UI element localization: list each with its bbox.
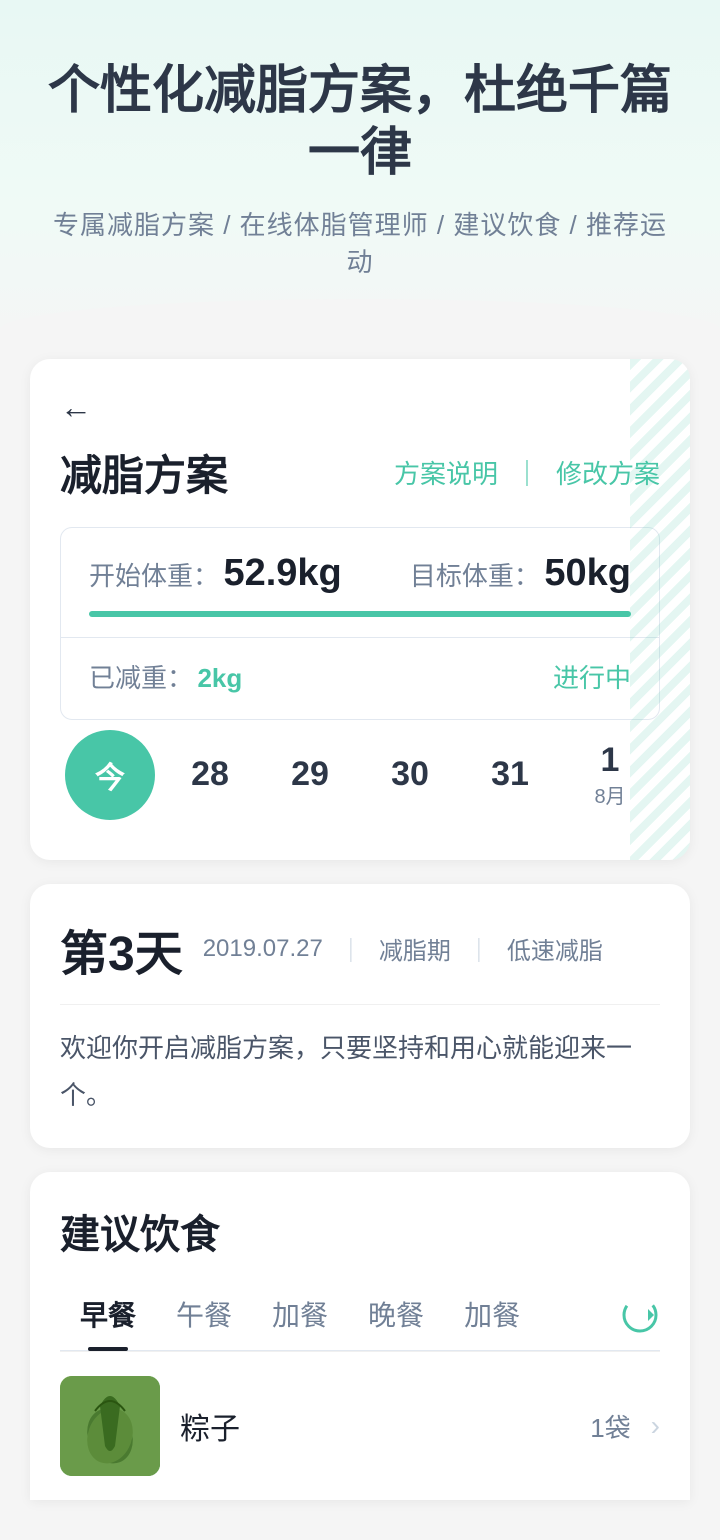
- date-item-2[interactable]: 29: [265, 730, 355, 820]
- date-num-2: 29: [291, 755, 329, 794]
- date-item-3[interactable]: 30: [365, 730, 455, 820]
- date-num-0: 今: [95, 753, 125, 797]
- day-tag-1: 减脂期: [379, 931, 451, 966]
- weight-bottom-row: 已减重： 2kg 进行中: [89, 658, 631, 695]
- weight-target-label: 目标体重：: [410, 561, 540, 591]
- diet-section: 建议饮食 早餐午餐加餐晚餐加餐: [30, 1172, 690, 1500]
- weight-target-value: 50kg: [544, 552, 631, 594]
- date-picker: 今 28 29 30 31 18月: [60, 720, 660, 830]
- day-section: 第3天 2019.07.27 ｜ 减脂期 ｜ 低速减脂 欢迎你开启减脂方案，只要…: [30, 884, 690, 1149]
- date-item-0[interactable]: 今: [65, 730, 155, 820]
- weight-progress-bar: [89, 611, 631, 617]
- subtitle: 专属减脂方案 / 在线体脂管理师 / 建议饮食 / 推荐运动: [40, 205, 680, 279]
- refresh-button[interactable]: [620, 1295, 660, 1340]
- lost-value: 2kg: [197, 663, 242, 693]
- day-header: 第3天 2019.07.27 ｜ 减脂期 ｜ 低速减脂: [60, 914, 660, 984]
- diet-tab-1[interactable]: 午餐: [156, 1284, 252, 1350]
- date-num-4: 31: [491, 755, 529, 794]
- date-num-3: 30: [391, 755, 429, 794]
- date-num-1: 28: [191, 755, 229, 794]
- action-divider: ｜: [514, 454, 540, 491]
- stripe-decoration: [630, 359, 690, 860]
- diet-tab-2[interactable]: 加餐: [252, 1284, 348, 1350]
- date-sub-5: 8月: [594, 780, 625, 809]
- day-date: 2019.07.27: [203, 935, 323, 963]
- diet-tabs: 早餐午餐加餐晚餐加餐: [60, 1284, 660, 1351]
- card-actions: 方案说明 ｜ 修改方案: [394, 454, 660, 491]
- day-divider-1: ｜: [339, 931, 363, 966]
- food-plant-icon: [60, 1376, 160, 1476]
- back-button[interactable]: ←: [60, 389, 660, 426]
- weight-start: 开始体重： 52.9kg: [89, 552, 342, 595]
- food-image-0: [60, 1376, 160, 1476]
- main-content: ← 减脂方案 方案说明 ｜ 修改方案 开始体重： 52.9kg 目标体重： 50…: [0, 359, 720, 1540]
- main-title: 个性化减脂方案，杜绝千篇一律: [40, 60, 680, 185]
- day-number: 第3天: [60, 914, 183, 984]
- food-list: 粽子 1袋 ›: [60, 1351, 660, 1500]
- day-divider-2: ｜: [467, 931, 491, 966]
- date-num-5: 1: [601, 741, 620, 780]
- lost-label: 已减重：: [89, 663, 193, 693]
- food-item-0[interactable]: 粽子 1袋 ›: [60, 1351, 660, 1500]
- card-header: 减脂方案 方案说明 ｜ 修改方案: [60, 442, 660, 503]
- diet-tab-3[interactable]: 晚餐: [348, 1284, 444, 1350]
- lost-weight-info: 已减重： 2kg: [89, 658, 242, 695]
- food-name-0: 粽子: [180, 1404, 570, 1448]
- weight-start-label: 开始体重：: [89, 561, 219, 591]
- food-info-0: 粽子: [180, 1404, 570, 1448]
- date-item-4[interactable]: 31: [465, 730, 555, 820]
- weight-divider: [61, 637, 659, 638]
- diet-tab-0[interactable]: 早餐: [60, 1284, 156, 1350]
- weight-start-value: 52.9kg: [223, 552, 341, 594]
- weight-target: 目标体重： 50kg: [410, 552, 631, 595]
- plan-card: ← 减脂方案 方案说明 ｜ 修改方案 开始体重： 52.9kg 目标体重： 50…: [30, 359, 690, 860]
- weight-row: 开始体重： 52.9kg 目标体重： 50kg: [89, 552, 631, 595]
- food-amount-0: 1袋: [590, 1408, 630, 1445]
- refresh-icon: [620, 1295, 660, 1335]
- day-message: 欢迎你开启减脂方案，只要坚持和用心就能迎来一个。: [60, 1004, 660, 1139]
- diet-tab-4[interactable]: 加餐: [444, 1284, 540, 1350]
- plan-title: 减脂方案: [60, 442, 228, 503]
- day-tag-2: 低速减脂: [507, 931, 603, 966]
- date-item-1[interactable]: 28: [165, 730, 255, 820]
- status-badge: 进行中: [553, 658, 631, 695]
- day-meta: 2019.07.27 ｜ 减脂期 ｜ 低速减脂: [203, 931, 603, 966]
- explain-link[interactable]: 方案说明: [394, 454, 498, 491]
- food-arrow-0: ›: [651, 1410, 660, 1442]
- header-section: 个性化减脂方案，杜绝千篇一律 专属减脂方案 / 在线体脂管理师 / 建议饮食 /…: [0, 0, 720, 359]
- diet-title: 建议饮食: [60, 1202, 660, 1260]
- weight-box: 开始体重： 52.9kg 目标体重： 50kg 已减重： 2kg 进行中: [60, 527, 660, 720]
